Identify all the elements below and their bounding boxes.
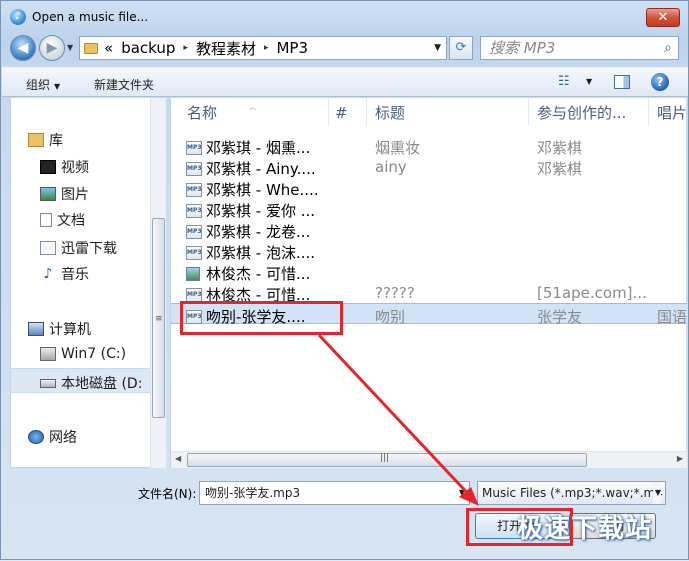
- arrow-line: [317, 333, 475, 501]
- arrow-head: [459, 487, 479, 506]
- annotation-arrow: [317, 333, 479, 506]
- watermark-text: 极速下载站: [517, 514, 653, 544]
- open-file-dialog: ♪ Open a music file... ✕ ◀ ▶ ▼ « backup …: [0, 0, 689, 560]
